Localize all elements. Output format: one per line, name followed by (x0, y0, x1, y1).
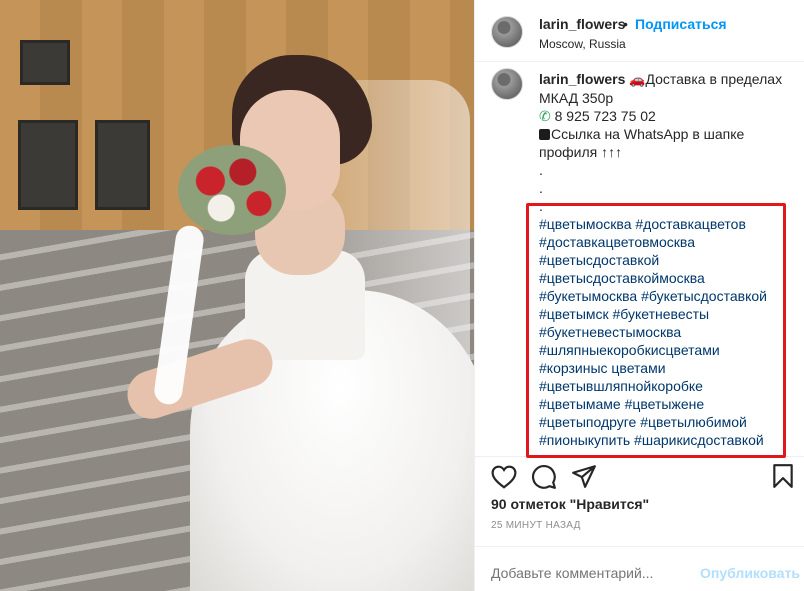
comment-input[interactable] (491, 565, 671, 581)
caption-line: МКАД 350р (539, 90, 614, 106)
share-icon[interactable] (571, 463, 597, 489)
rose-bouquet (178, 145, 286, 235)
building-window (20, 40, 70, 85)
caption-text: Доставка в пределах (645, 71, 783, 87)
hashtag-highlight-box (526, 203, 786, 458)
caption-avatar[interactable] (491, 68, 523, 100)
comment-icon[interactable] (531, 464, 557, 490)
phone-icon: ✆ (539, 108, 551, 124)
caption-text: Ссылка на WhatsApp в шапке (551, 126, 745, 142)
caption-dot: . (539, 162, 543, 178)
location-link[interactable]: Moscow, Russia (539, 37, 626, 51)
caption-line: профиля ↑↑↑ (539, 144, 623, 160)
post-header: larin_flowers • Подписаться Moscow, Russ… (475, 0, 804, 62)
black-square-icon (539, 129, 550, 140)
caption-dot: . (539, 180, 543, 196)
bookmark-icon[interactable] (771, 463, 795, 489)
comment-bar: Опубликовать (475, 546, 804, 591)
building-window (95, 120, 150, 210)
publish-button[interactable]: Опубликовать (700, 565, 800, 581)
building-window (18, 120, 78, 210)
likes-count[interactable]: 90 отметок "Нравится" (491, 496, 649, 512)
phone-number: 8 925 723 75 02 (554, 108, 656, 124)
separator-dot: • (623, 16, 628, 32)
avatar[interactable] (491, 16, 523, 48)
car-icon: 🚗 (629, 72, 646, 87)
action-bar (475, 456, 804, 492)
header-username[interactable]: larin_flowers (539, 16, 625, 32)
heart-icon[interactable] (491, 465, 517, 489)
caption-username[interactable]: larin_flowers (539, 71, 625, 87)
post-timestamp[interactable]: 25 МИНУТ НАЗАД (491, 520, 581, 531)
caption-line: Ссылка на WhatsApp в шапке (539, 125, 799, 143)
post-photo[interactable] (0, 0, 474, 591)
caption-line: ✆ 8 925 723 75 02 (539, 107, 799, 125)
follow-button[interactable]: Подписаться (635, 16, 727, 32)
caption-line: larin_flowers 🚗Доставка в пределах (539, 70, 799, 89)
